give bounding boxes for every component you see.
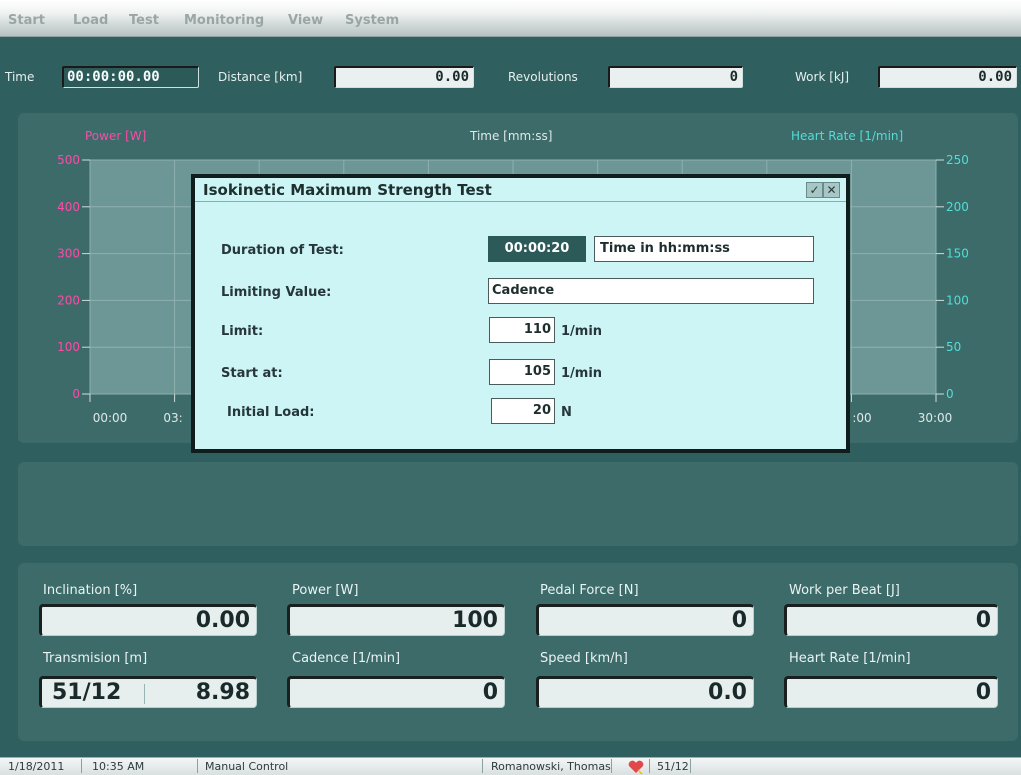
revolutions-display: 0 [608,66,743,88]
limiting-value-label: Limiting Value: [221,285,332,300]
transmission-value: 8.98 [195,680,250,705]
status-time: 10:35 AM [92,760,145,773]
limit-unit: 1/min [561,324,603,339]
power-tick-label: 0 [72,387,80,401]
power-tick-label: 500 [57,153,80,167]
power-tick-label: 200 [57,293,80,307]
dialog-body: Isokinetic Maximum Strength Test ✓ ✕ Dur… [195,178,846,449]
status-gear: 51/12 [657,760,689,773]
power-tick-label: 300 [57,247,80,261]
limiting-value-select[interactable]: Cadence [488,278,814,304]
heart-rate-label: Heart Rate [1/min] [789,651,911,666]
menu-load[interactable]: Load [73,13,108,28]
dialog-title-text: Isokinetic Maximum Strength Test [203,181,492,199]
initial-load-label: Initial Load: [227,405,315,420]
heart-rate-tick-label: 200 [946,200,969,214]
limit-input[interactable]: 110 [489,317,555,343]
power-gauge: 100 [287,604,505,636]
status-bar: 1/18/2011 10:35 AM Manual Control Romano… [0,757,1021,775]
work-per-beat-label: Work per Beat [J] [789,583,900,598]
x-tick-label: :00 [852,411,871,425]
initial-load-unit: N [561,405,572,420]
menu-start[interactable]: Start [8,13,45,28]
dialog-title: Isokinetic Maximum Strength Test [195,178,846,202]
work-display: 0.00 [878,66,1017,88]
distance-display: 0.00 [334,66,474,88]
info-panel [18,462,1018,546]
status-separator [690,759,691,773]
heart-rate-ticks: 250 200 150 100 50 0 [936,153,969,401]
distance-label: Distance [km] [218,70,303,84]
x-tick-label: 00:00 [93,411,128,425]
heart-icon [628,760,644,774]
status-date: 1/18/2011 [8,760,65,773]
close-icon[interactable]: ✕ [823,182,840,198]
status-separator [611,759,612,773]
status-mode: Manual Control [205,760,289,773]
status-separator [649,759,650,773]
time-label: Time [5,70,35,84]
heart-rate-gauge: 0 [784,676,998,708]
status-user: Romanowski, Thomas [491,760,611,773]
start-at-input[interactable]: 105 [489,359,555,385]
inclination-gauge: 0.00 [39,604,257,636]
power-tick-label: 400 [57,200,80,214]
menu-bar: Start Load Test Monitoring View System [0,0,1021,37]
duration-label: Duration of Test: [221,243,344,258]
heart-rate-tick-label: 50 [946,340,961,354]
revolutions-label: Revolutions [508,70,578,84]
x-tick-label: 30:00 [918,411,953,425]
pedal-force-gauge: 0 [536,604,754,636]
start-at-unit: 1/min [561,366,603,381]
transmission-label: Transmision [m] [43,651,148,666]
status-separator [81,759,82,773]
transmission-divider [144,684,145,704]
speed-gauge: 0.0 [536,676,754,708]
status-separator [197,759,198,773]
menu-monitoring[interactable]: Monitoring [184,13,264,28]
power-tick-label: 100 [57,340,80,354]
check-icon[interactable]: ✓ [806,182,823,198]
duration-input[interactable]: 00:00:20 [488,236,586,262]
duration-hint: Time in hh:mm:ss [594,236,814,262]
transmission-gauge: 51/12 8.98 [39,676,257,708]
work-label: Work [kJ] [795,70,850,84]
start-at-label: Start at: [221,366,283,381]
power-ticks: 500 400 300 200 100 0 [57,153,90,401]
power-label: Power [W] [292,583,359,598]
heart-rate-tick-label: 0 [946,387,954,401]
transmission-gear: 51/12 [52,680,122,705]
speed-label: Speed [km/h] [540,651,628,666]
cadence-label: Cadence [1/min] [292,651,401,666]
menu-view[interactable]: View [288,13,323,28]
limit-label: Limit: [221,324,264,339]
pedal-force-label: Pedal Force [N] [540,583,639,598]
strength-test-dialog: Isokinetic Maximum Strength Test ✓ ✕ Dur… [191,174,850,453]
heart-rate-tick-label: 100 [946,293,969,307]
heart-rate-tick-label: 150 [946,247,969,261]
time-display: 00:00:00.00 [62,66,199,88]
menu-test[interactable]: Test [129,13,159,28]
menu-system[interactable]: System [345,13,399,28]
inclination-label: Inclination [%] [43,583,138,598]
status-separator [482,759,483,773]
readout-bar: Time 00:00:00.00 Distance [km] 0.00 Revo… [0,37,1021,111]
heart-rate-tick-label: 250 [946,153,969,167]
gauge-panel: Inclination [%] 0.00 Power [W] 100 Pedal… [18,563,1018,741]
cadence-gauge: 0 [287,676,505,708]
initial-load-input[interactable]: 20 [491,398,555,424]
work-per-beat-gauge: 0 [784,604,998,636]
x-tick-label: 03: [163,411,182,425]
